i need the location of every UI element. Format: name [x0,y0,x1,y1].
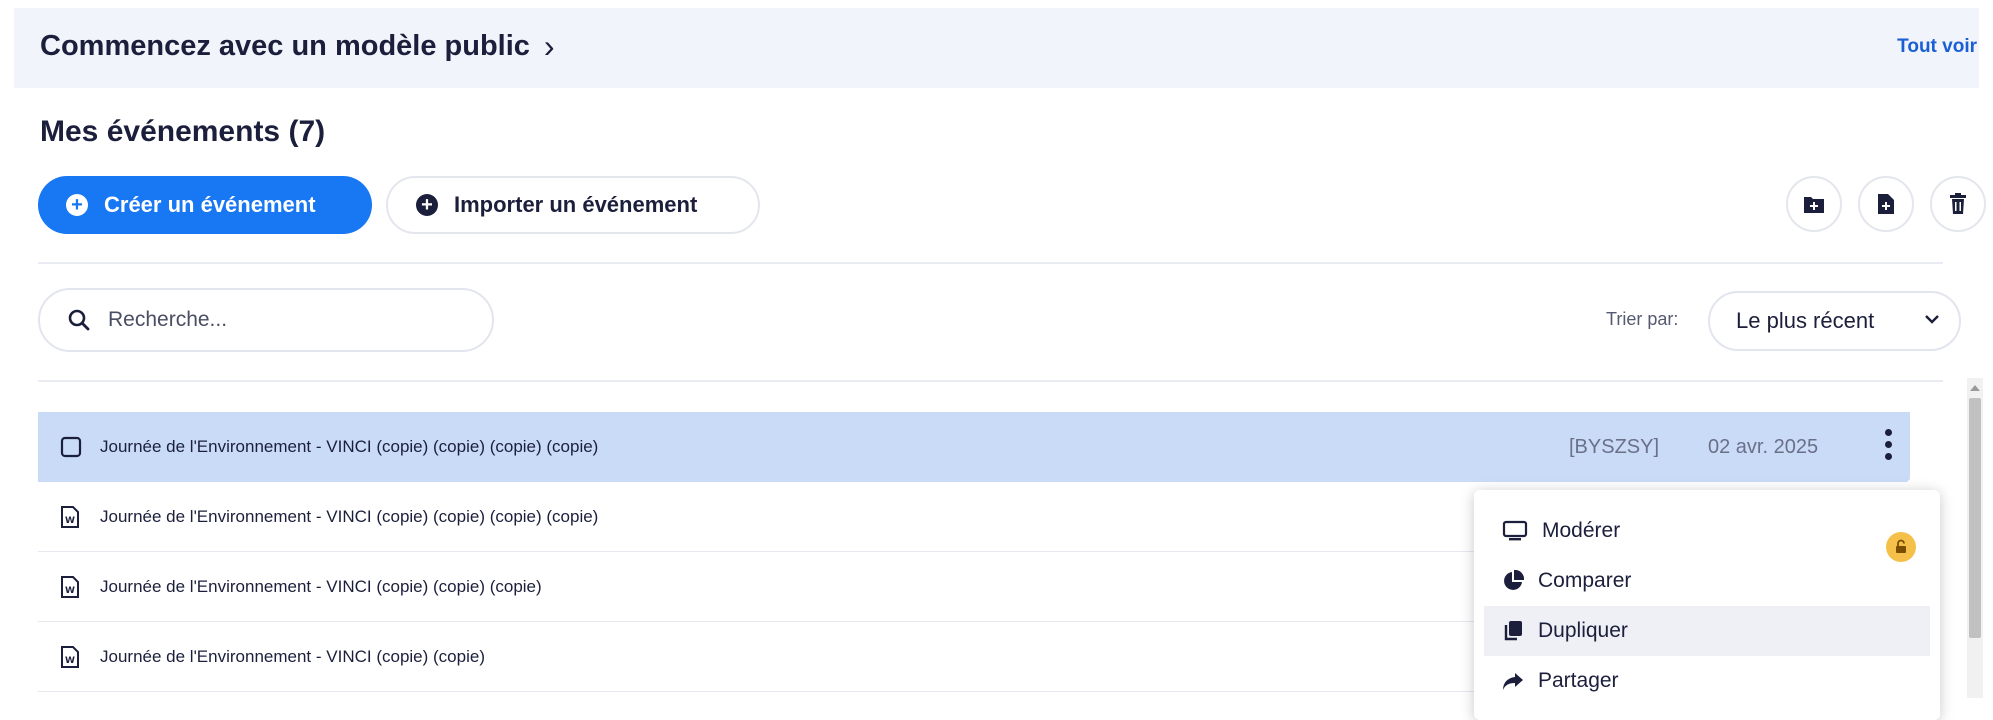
import-event-button[interactable]: + Importer un événement [386,176,760,234]
word-file-icon: W [61,646,79,668]
new-file-button[interactable] [1858,176,1914,232]
more-options-icon[interactable] [1878,426,1898,468]
chevron-right-icon: › [543,28,555,64]
event-name[interactable]: Journée de l'Environnement - VINCI (copi… [100,577,542,597]
svg-text:W: W [65,586,75,596]
context-menu: Modérer Comparer Dupliquer Partager [1474,490,1940,720]
checkbox-icon[interactable] [60,436,82,458]
see-all-link[interactable]: Tout voir [1897,36,1977,58]
copy-icon [1504,621,1522,641]
menu-item-duplicate[interactable]: Dupliquer [1484,606,1930,656]
menu-item-share[interactable]: Partager [1484,656,1930,706]
event-date: 02 avr. 2025 [1708,435,1819,458]
new-folder-button[interactable] [1786,176,1842,232]
table-row[interactable]: Journée de l'Environnement - VINCI (copi… [38,412,1910,482]
search-input[interactable]: Recherche... [38,288,494,352]
event-name[interactable]: Journée de l'Environnement - VINCI (copi… [100,507,598,527]
event-code: [BYSZSY] [1569,435,1660,458]
menu-item-label: Comparer [1538,569,1632,592]
scrollbar-thumb[interactable] [1969,398,1981,638]
sort-label: Trier par: [1606,309,1679,329]
svg-text:W: W [65,656,75,666]
divider [38,262,1943,264]
word-file-icon: W [61,506,79,528]
trash-icon [1950,193,1966,214]
events-title: Mes événements (7) [40,115,326,148]
event-name[interactable]: Journée de l'Environnement - VINCI (copi… [100,647,485,667]
create-event-label: Créer un événement [104,192,316,217]
import-event-label: Importer un événement [454,192,698,217]
folder-plus-icon [1804,197,1824,213]
word-file-icon: W [61,576,79,598]
file-plus-icon [1878,194,1894,214]
menu-item-compare[interactable]: Comparer [1484,556,1930,606]
sort-select[interactable]: Le plus récent [1708,291,1961,351]
plus-circle-icon: + [66,194,88,216]
banner-title: Commencez avec un modèle public [40,30,530,62]
menu-item-label: Partager [1538,669,1619,692]
public-template-link[interactable]: Commencez avec un modèle public › [40,28,555,65]
chevron-down-icon [1925,315,1939,324]
sort-value: Le plus récent [1736,308,1875,333]
menu-item-label: Dupliquer [1538,619,1628,642]
public-template-banner: Commencez avec un modèle public › Tout v… [14,8,1979,88]
divider [38,380,1943,382]
search-placeholder: Recherche... [108,308,228,331]
event-name[interactable]: Journée de l'Environnement - VINCI (copi… [100,437,598,457]
create-event-button[interactable]: + Créer un événement [38,176,372,234]
svg-text:W: W [65,516,75,526]
menu-item-moderate[interactable]: Modérer [1484,506,1930,562]
monitor-icon [1502,520,1528,541]
menu-item-label: Modérer [1542,519,1621,542]
plus-circle-icon: + [416,194,438,216]
delete-button[interactable] [1930,176,1986,232]
scroll-up-arrow-icon[interactable] [1970,385,1980,391]
share-arrow-icon [1503,673,1523,690]
search-icon [68,309,90,331]
pie-chart-icon [1504,570,1524,590]
